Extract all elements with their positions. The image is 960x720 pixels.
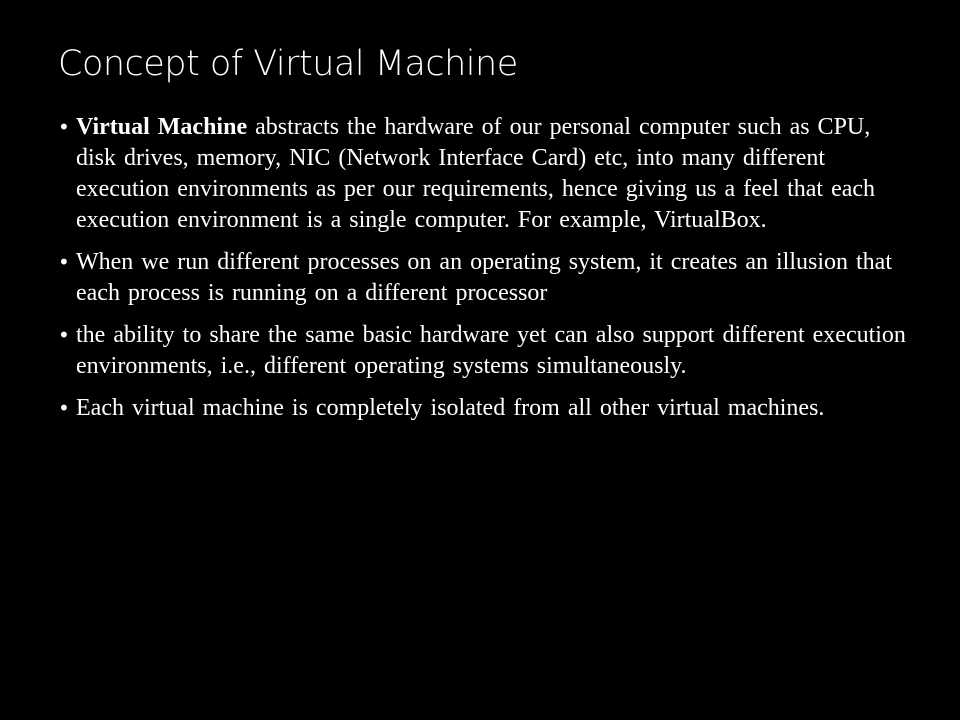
bullet-term: Virtual Machine <box>76 114 248 140</box>
bullet-item-process-illusion: • When we run different processes on an … <box>58 247 908 309</box>
bullet-point-icon: • <box>58 250 70 274</box>
bullet-item-virtual-machine-definition: • Virtual Machine abstracts the hardware… <box>58 112 908 236</box>
bullet-point-icon: • <box>58 115 70 139</box>
bullet-text: When we run different processes on an op… <box>76 249 892 306</box>
bullet-point-icon: • <box>58 396 70 420</box>
bullet-point-icon: • <box>58 323 70 347</box>
slide: Concept of Virtual Machine • Virtual Mac… <box>0 0 960 720</box>
bullet-item-shared-hardware: • the ability to share the same basic ha… <box>58 320 908 382</box>
slide-title: Concept of Virtual Machine <box>58 44 518 84</box>
bullet-item-isolation: • Each virtual machine is completely iso… <box>58 393 908 424</box>
bullet-text: Each virtual machine is completely isola… <box>76 395 825 421</box>
bullet-list: • Virtual Machine abstracts the hardware… <box>58 112 908 435</box>
bullet-text: the ability to share the same basic hard… <box>76 322 906 379</box>
